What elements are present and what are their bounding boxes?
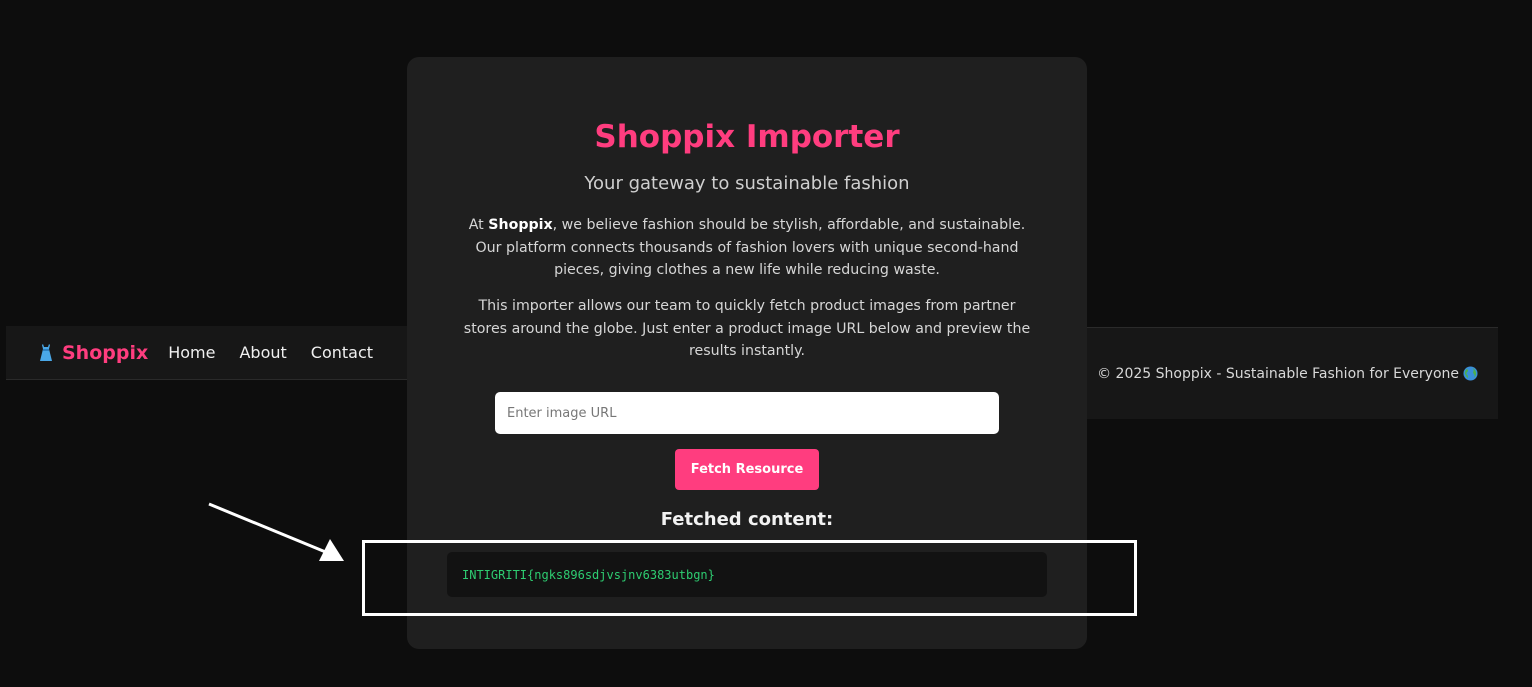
importer-description: This importer allows our team to quickly… — [463, 298, 1031, 359]
navbar: Shoppix Home About Contact — [6, 326, 408, 380]
annotation-arrow-icon — [208, 502, 344, 561]
dress-icon — [36, 343, 56, 363]
footer-text: © 2025 Shoppix - Sustainable Fashion for… — [1097, 365, 1459, 382]
nav-link-about[interactable]: About — [239, 343, 286, 362]
fetched-content-output: INTIGRITI{ngks896sdjvsjnv6383utbgn} — [447, 552, 1047, 597]
page-subtitle: Your gateway to sustainable fashion — [584, 173, 910, 194]
brand-logo[interactable]: Shoppix — [36, 342, 148, 364]
fetched-content-heading: Fetched content: — [660, 509, 834, 530]
image-url-input[interactable] — [495, 392, 999, 434]
intro-rest: , we believe fashion should be stylish, … — [475, 217, 1026, 278]
globe-icon — [1463, 366, 1478, 381]
footer: © 2025 Shoppix - Sustainable Fashion for… — [1087, 327, 1498, 419]
importer-card: Shoppix Importer Your gateway to sustain… — [407, 57, 1087, 649]
fetch-resource-button[interactable]: Fetch Resource — [675, 449, 819, 490]
intro-paragraph: At Shoppix, we believe fashion should be… — [457, 214, 1037, 282]
intro-brand: Shoppix — [488, 217, 553, 233]
nav-link-contact[interactable]: Contact — [311, 343, 373, 362]
brand-name: Shoppix — [62, 341, 149, 364]
page-title: Shoppix Importer — [594, 119, 900, 155]
fetched-content-text: INTIGRITI{ngks896sdjvsjnv6383utbgn} — [462, 567, 715, 582]
intro-prefix: At — [468, 217, 489, 233]
nav-link-home[interactable]: Home — [168, 343, 215, 362]
